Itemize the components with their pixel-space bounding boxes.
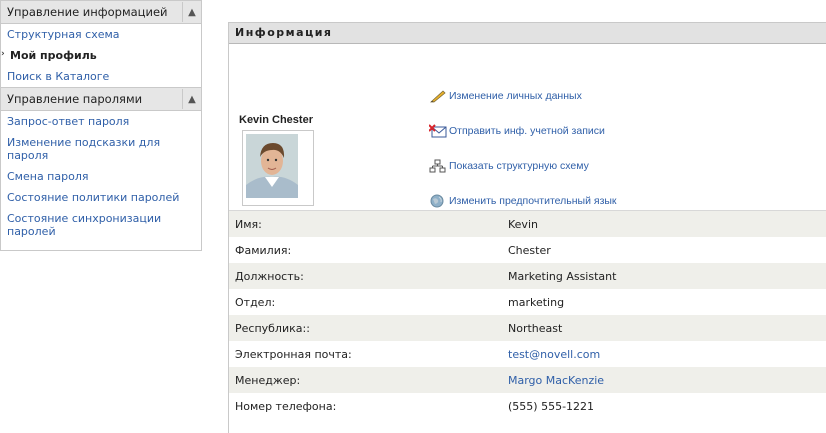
table-row: Фамилия: Chester (229, 237, 826, 263)
sidebar-item-change-password[interactable]: Смена пароля (1, 166, 201, 187)
attr-label: Менеджер: (229, 367, 508, 393)
attr-label: Отдел: (235, 295, 276, 309)
info-panel: Информация Kevin Chester Изменение личны… (228, 22, 826, 433)
attr-label: Электронная почта: (235, 347, 352, 361)
attr-value: marketing (508, 295, 565, 309)
sidebar-item-sync-status[interactable]: Состояние синхронизации паролей (1, 208, 201, 242)
table-row: Отдел: marketing (229, 289, 826, 315)
manager-link[interactable]: Margo MacKenzie (508, 367, 826, 393)
edit-profile-link[interactable]: Изменение личных данных (429, 89, 582, 103)
avatar (243, 131, 313, 205)
table-row: Менеджер: Margo MacKenzie (229, 367, 826, 393)
email-link[interactable]: test@novell.com (508, 341, 826, 367)
edit-profile-label: Изменение личных данных (449, 90, 582, 102)
sidebar-item-password-hint[interactable]: Изменение подсказки для пароля (1, 132, 201, 166)
sidebar-item-directory-search[interactable]: Поиск в Каталоге (1, 66, 201, 87)
org-chart-icon (429, 159, 447, 173)
attr-value: Northeast (508, 315, 826, 341)
pencil-icon (429, 89, 447, 103)
attr-value: Kevin (508, 211, 826, 237)
table-row: Номер телефона: (555) 555-1221 (229, 393, 826, 419)
bullet-icon: › (1, 49, 5, 59)
password-management-group: Управление паролями ▲ Запрос-ответ парол… (1, 87, 201, 242)
attr-value: (555) 555-1221 (508, 399, 595, 413)
password-management-header[interactable]: Управление паролями ▲ (1, 87, 201, 111)
user-name: Kevin Chester (239, 114, 313, 126)
sidebar: Управление информацией ▲ Структурная схе… (0, 0, 202, 251)
attr-label: Республика:: (229, 315, 508, 341)
send-account-info-label: Отправить инф. учетной записи (449, 125, 605, 137)
attr-label: Фамилия: (235, 243, 292, 257)
table-row: Республика:: Northeast (229, 315, 826, 341)
mail-icon (428, 124, 447, 138)
table-row: Имя: Kevin (229, 211, 826, 237)
attr-label: Номер телефона: (235, 399, 337, 413)
table-row: Должность: Marketing Assistant (229, 263, 826, 289)
info-management-group: Управление информацией ▲ Структурная схе… (1, 1, 201, 87)
show-org-chart-label: Показать структурную схему (449, 160, 589, 172)
attributes-table: Имя: Kevin Фамилия: Chester Должность: M… (229, 211, 826, 419)
user-photo (242, 130, 314, 206)
collapse-icon[interactable]: ▲ (182, 89, 201, 109)
attr-value: Chester (508, 243, 551, 257)
change-language-link[interactable]: Изменить предпочтительный язык (429, 194, 617, 208)
password-management-title: Управление паролями (7, 92, 143, 106)
info-management-header[interactable]: Управление информацией ▲ (1, 1, 201, 24)
profile-section: Kevin Chester Изменение личных данных От… (229, 44, 826, 211)
globe-icon (429, 194, 447, 208)
panel-title: Информация (229, 23, 826, 44)
attr-label: Должность: (229, 263, 508, 289)
show-org-chart-link[interactable]: Показать структурную схему (429, 159, 589, 173)
sidebar-item-label: Мой профиль (10, 49, 97, 62)
sidebar-item-org-chart[interactable]: Структурная схема (1, 24, 201, 45)
change-language-label: Изменить предпочтительный язык (449, 195, 617, 207)
send-account-info-link[interactable]: Отправить инф. учетной записи (428, 124, 605, 138)
collapse-icon[interactable]: ▲ (182, 2, 201, 22)
sidebar-item-policy-status[interactable]: Состояние политики паролей (1, 187, 201, 208)
sidebar-item-challenge-response[interactable]: Запрос-ответ пароля (1, 111, 201, 132)
attr-label: Имя: (229, 211, 508, 237)
table-row: Электронная почта: test@novell.com (229, 341, 826, 367)
attr-value: Marketing Assistant (508, 263, 826, 289)
sidebar-item-my-profile[interactable]: › Мой профиль (1, 45, 201, 66)
info-management-title: Управление информацией (7, 5, 168, 19)
